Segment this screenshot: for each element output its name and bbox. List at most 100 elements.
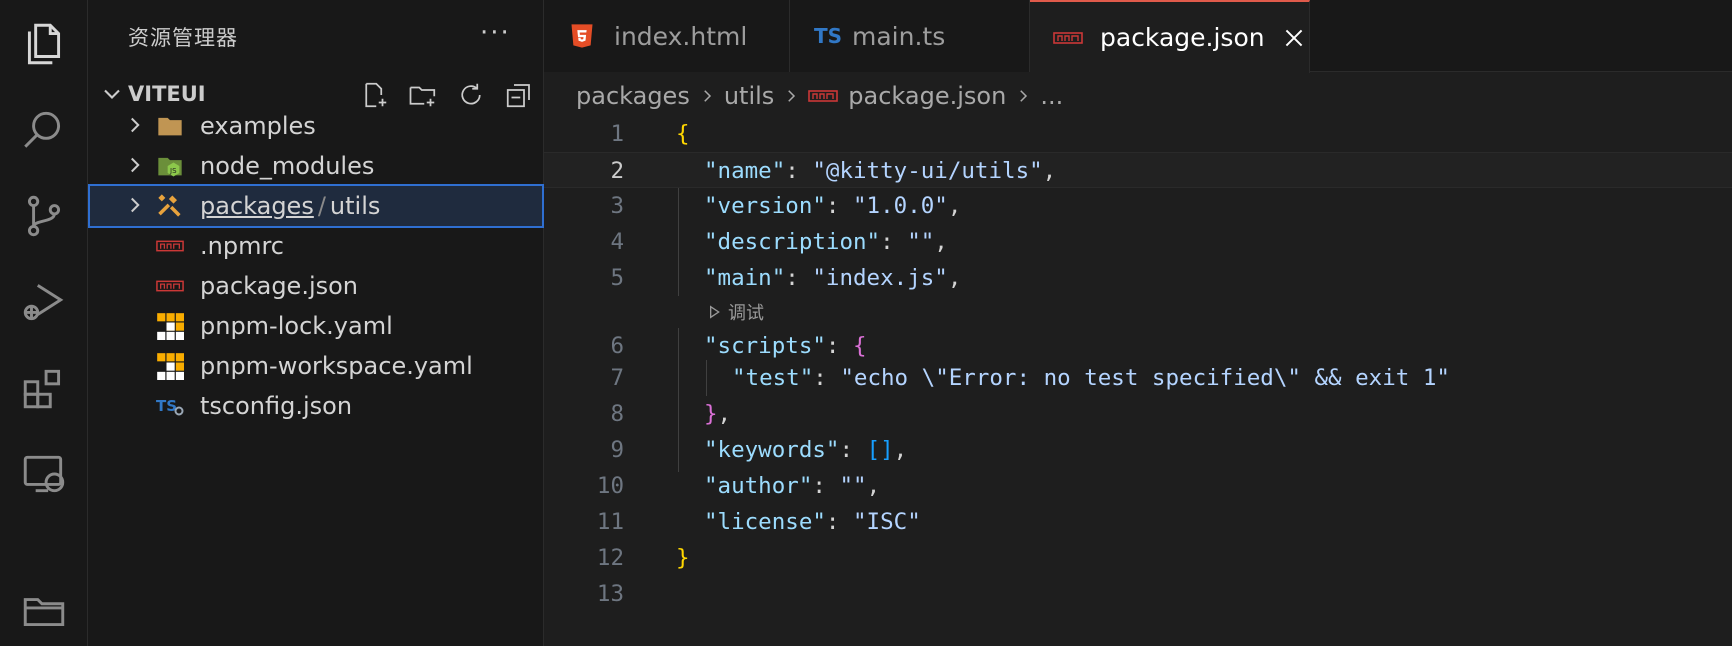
svg-text:JS: JS bbox=[169, 167, 177, 175]
brace: } bbox=[676, 545, 690, 571]
line-number: 8 bbox=[610, 401, 624, 427]
code-line: 7 "test": "echo \"Error: no test specifi… bbox=[544, 360, 1732, 396]
source-control-icon[interactable] bbox=[14, 186, 74, 246]
code-line: 9 "keywords": [], bbox=[544, 432, 1732, 468]
code-line: 4 "description": "", bbox=[544, 224, 1732, 260]
debug-codelens[interactable]: 调试 bbox=[706, 298, 764, 326]
line-number: 13 bbox=[596, 581, 624, 607]
chevron-right-icon bbox=[704, 90, 711, 102]
npm-icon bbox=[1052, 22, 1084, 54]
chevron-right-icon bbox=[131, 157, 140, 173]
path-segment-packages: packages bbox=[200, 192, 314, 220]
html5-icon bbox=[566, 20, 598, 52]
tree-item-pnpm-workspace[interactable]: pnpm-workspace.yaml bbox=[88, 344, 544, 388]
path-separator: / bbox=[317, 192, 326, 220]
tree-item-npmrc[interactable]: .npmrc bbox=[88, 224, 544, 268]
json-key: "main" bbox=[704, 265, 786, 291]
breadcrumb-package-json[interactable]: package.json bbox=[848, 82, 1006, 110]
chevron-right-icon bbox=[788, 90, 796, 102]
line-number: 1 bbox=[610, 121, 624, 147]
line-number: 7 bbox=[610, 365, 624, 391]
code-line: 6 "scripts": { bbox=[544, 328, 1732, 364]
json-key: "version" bbox=[704, 193, 826, 219]
json-key: "license" bbox=[704, 509, 826, 535]
code-line: 3 "version": "1.0.0", bbox=[544, 188, 1732, 224]
json-key: "test" bbox=[732, 365, 814, 391]
search-icon[interactable] bbox=[14, 100, 74, 160]
extensions-icon[interactable] bbox=[14, 358, 74, 418]
explorer-icon[interactable] bbox=[14, 14, 74, 74]
run-debug-icon[interactable] bbox=[14, 272, 74, 332]
code-line: 8 }, bbox=[544, 396, 1732, 432]
tree-item-pnpm-lock[interactable]: pnpm-lock.yaml bbox=[88, 304, 544, 348]
tools-folder-icon bbox=[156, 192, 184, 220]
breadcrumb-packages[interactable]: packages bbox=[576, 82, 690, 110]
tree-item-label: package.json bbox=[200, 272, 359, 300]
tree-item-packages-utils[interactable]: packages / utils bbox=[88, 184, 544, 228]
workspace-name: VITEUI bbox=[128, 82, 206, 106]
line-number: 6 bbox=[610, 333, 624, 359]
chevron-right-icon bbox=[131, 197, 140, 213]
line-number: 12 bbox=[596, 545, 624, 571]
tree-item-label: node_modules bbox=[200, 152, 375, 180]
node-folder-icon: JS bbox=[156, 152, 184, 180]
remote-explorer-icon[interactable] bbox=[14, 444, 74, 504]
npm-icon bbox=[156, 272, 184, 300]
brace: } bbox=[704, 401, 718, 427]
tab-bar: index.html TS main.ts package.json bbox=[544, 0, 1732, 73]
tab-main-ts[interactable]: TS main.ts bbox=[790, 0, 1030, 72]
explorer-sidebar: 资源管理器 ··· VITEUI examples JS node_module… bbox=[88, 0, 544, 646]
activity-bar bbox=[0, 0, 88, 646]
line-number: 5 bbox=[610, 265, 624, 291]
codelens-label: 调试 bbox=[728, 303, 764, 324]
play-icon bbox=[710, 305, 720, 319]
json-key: "description" bbox=[704, 229, 881, 255]
chevron-right-icon bbox=[131, 117, 140, 133]
line-number: 10 bbox=[596, 473, 624, 499]
json-value: "1.0.0" bbox=[853, 193, 948, 219]
tab-label: main.ts bbox=[852, 21, 946, 51]
json-value: "echo \"Error: no test specified\" && ex… bbox=[840, 365, 1450, 391]
json-value: "" bbox=[839, 473, 867, 499]
code-line: 13 bbox=[544, 576, 1732, 612]
tree-item-tsconfig[interactable]: TS tsconfig.json bbox=[88, 384, 544, 428]
npm-icon bbox=[156, 232, 184, 260]
more-actions-icon[interactable]: ··· bbox=[480, 18, 511, 48]
code-line: 10 "author": "", bbox=[544, 468, 1732, 504]
tab-package-json[interactable]: package.json bbox=[1030, 0, 1310, 73]
pnpm-icon bbox=[156, 352, 184, 380]
json-value: "" bbox=[907, 229, 935, 255]
brace: { bbox=[853, 333, 867, 359]
tab-label: index.html bbox=[614, 21, 748, 51]
json-key: "keywords" bbox=[704, 437, 840, 463]
line-number: 11 bbox=[596, 509, 624, 535]
breadcrumb-utils[interactable]: utils bbox=[724, 82, 774, 110]
svg-text:TS: TS bbox=[156, 397, 177, 415]
tree-item-package-json[interactable]: package.json bbox=[88, 264, 544, 308]
tab-index-html[interactable]: index.html bbox=[544, 0, 790, 72]
editor-area: index.html TS main.ts package.json packa… bbox=[544, 0, 1732, 646]
tree-item-examples[interactable]: examples bbox=[88, 104, 544, 148]
json-key: "name" bbox=[704, 158, 786, 184]
tsconfig-icon: TS bbox=[156, 392, 184, 420]
line-number: 3 bbox=[610, 193, 624, 219]
folder-icon[interactable] bbox=[14, 580, 74, 640]
tree-item-label: .npmrc bbox=[200, 232, 284, 260]
pnpm-icon bbox=[156, 312, 184, 340]
breadcrumb-symbol[interactable]: ... bbox=[1040, 82, 1063, 110]
line-number: 2 bbox=[610, 158, 624, 184]
tree-item-label: packages / utils bbox=[200, 192, 380, 220]
json-value: "@kitty-ui/utils" bbox=[812, 158, 1043, 184]
json-value: [] bbox=[866, 437, 894, 463]
json-key: "author" bbox=[704, 473, 813, 499]
breadcrumb: packages utils package.json ... bbox=[576, 78, 1063, 114]
line-number: 9 bbox=[610, 437, 624, 463]
json-value: "ISC" bbox=[853, 509, 921, 535]
typescript-icon: TS bbox=[813, 24, 843, 48]
tab-label: package.json bbox=[1100, 23, 1265, 52]
line-number: 4 bbox=[610, 229, 624, 255]
tree-item-node-modules[interactable]: JS node_modules bbox=[88, 144, 544, 188]
close-icon[interactable] bbox=[1281, 25, 1307, 51]
npm-icon bbox=[808, 90, 839, 102]
tree-item-label: examples bbox=[200, 112, 316, 140]
